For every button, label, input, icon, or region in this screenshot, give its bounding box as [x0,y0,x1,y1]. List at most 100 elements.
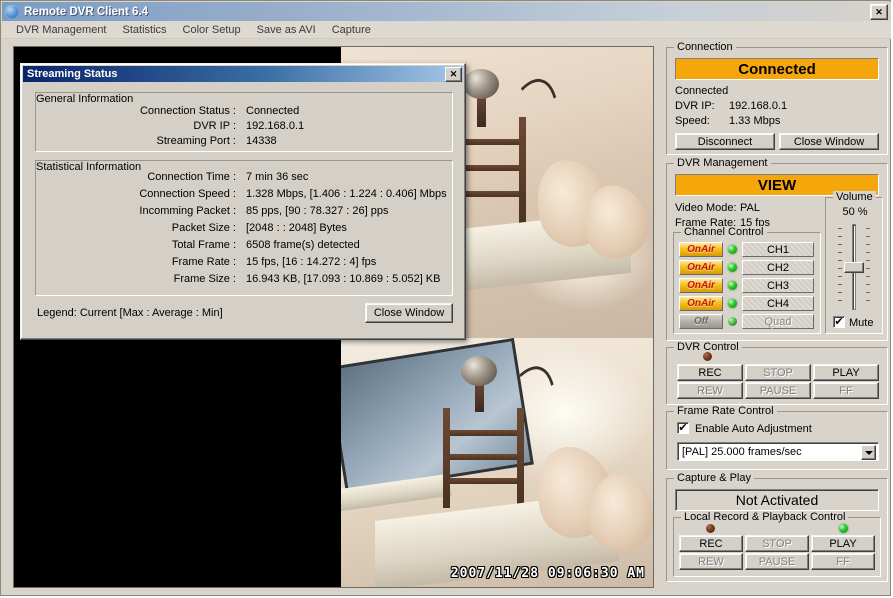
connection-ip-value: 192.168.0.1 [729,100,788,112]
total-frame-label: Total Frame : [171,239,236,251]
dvr-pause-button[interactable]: PAUSE [745,382,811,399]
dvr-management-panel: DVR Management VIEW Video Mode: PAL Fram… [666,157,888,341]
local-ff-button[interactable]: FF [811,553,875,570]
general-information-group: General Information Connection Status : … [35,92,453,152]
video-mode-value: PAL [740,202,760,214]
connection-status-banner: Connected [675,58,879,80]
local-record-playback-legend: Local Record & Playback Control [681,511,849,523]
menu-item-statistics[interactable]: Statistics [115,23,175,37]
dialog-title-bar: Streaming Status ✕ [23,66,463,82]
connection-close-window-button[interactable]: Close Window [779,133,879,150]
disconnect-button[interactable]: Disconnect [675,133,775,150]
connection-status-text: Connected [675,85,729,97]
channel-led-quad [728,317,737,326]
incomming-packet-label: Incomming Packet : [139,205,236,217]
dialog-close-icon[interactable]: ✕ [445,67,462,82]
local-pause-button[interactable]: PAUSE [745,553,809,570]
local-record-playback-panel: Local Record & Playback Control REC STOP… [673,511,881,577]
dvr-play-button[interactable]: PLAY [813,364,879,381]
dialog-close-window-button[interactable]: Close Window [365,303,453,323]
channel-led-ch2 [728,263,737,272]
channel-control-legend: Channel Control [681,226,767,238]
channel-button-ch1[interactable]: CH1 [742,242,814,257]
chevron-down-icon[interactable] [861,445,876,460]
connection-speed-value: 1.33 Mbps [729,115,781,127]
volume-value: 50 % [842,206,868,218]
application-window: Remote DVR Client 6.4 ✕ DVR Management S… [0,0,891,596]
statistical-information-group: Statistical Information Connection Time … [35,160,453,296]
frame-rate-select[interactable]: [PAL] 25.000 frames/sec [677,442,879,461]
streaming-port-row-value: 14338 [246,135,277,147]
channel-state-button-quad[interactable]: Off [679,314,723,329]
title-bar: Remote DVR Client 6.4 ✕ [2,2,891,21]
menu-item-capture[interactable]: Capture [324,23,379,37]
frame-rate-stat-value: 15 fps, [16 : 14.272 : 4] fps [246,256,377,268]
channel-led-ch4 [728,299,737,308]
total-frame-value: 6508 frame(s) detected [246,239,360,251]
dvr-ip-row-value: 192.168.0.1 [246,120,305,132]
mute-label: Mute [849,317,874,329]
video-timestamp-overlay: 2007/11/28 09:06:30 AM [450,566,645,581]
local-rec-button[interactable]: REC [679,535,743,552]
channel-state-button-ch4[interactable]: OnAir [679,296,723,311]
dvr-rec-button[interactable]: REC [677,364,743,381]
connection-panel: Connection Connected Connected DVR IP: 1… [666,41,888,155]
packet-size-label: Packet Size : [171,222,236,234]
local-stop-button[interactable]: STOP [745,535,809,552]
dvr-rew-button[interactable]: REW [677,382,743,399]
close-icon[interactable]: ✕ [870,4,888,20]
local-rew-button[interactable]: REW [679,553,743,570]
frame-rate-stat-label: Frame Rate : [171,256,236,268]
dvr-stop-button[interactable]: STOP [745,364,811,381]
dialog-title: Streaming Status [27,68,118,80]
dvr-ip-row-label: DVR IP : [193,120,236,132]
connection-ip-label: DVR IP: [675,100,715,112]
dvr-ff-button[interactable]: FF [813,382,879,399]
frame-size-label: Frame Size : [173,273,236,285]
packet-size-value: [2048 : : 2048] Bytes [246,222,347,234]
dialog-legend-text: Legend: Current [Max : Average : Min] [37,307,223,319]
capture-play-legend: Capture & Play [674,472,754,484]
channel-button-ch4[interactable]: CH4 [742,296,814,311]
dvr-record-led [703,352,712,361]
dvr-control-panel: DVR Control REC STOP PLAY REW PAUSE FF [666,341,888,405]
capture-play-panel: Capture & Play Not Activated Local Recor… [666,472,888,582]
menu-item-dvr-management[interactable]: DVR Management [8,23,115,37]
volume-legend: Volume [833,191,876,203]
channel-state-button-ch3[interactable]: OnAir [679,278,723,293]
connection-status-row-value: Connected [246,105,300,117]
channel-led-ch3 [728,281,737,290]
capture-play-status: Not Activated [675,489,879,511]
channel-control-panel: Channel Control OnAir CH1 OnAir CH2 OnAi… [673,226,821,334]
frame-rate-control-panel: Frame Rate Control ✔ Enable Auto Adjustm… [666,405,888,470]
local-record-led [706,524,715,533]
video-quadrant-channel-3[interactable] [14,338,341,587]
channel-state-button-ch2[interactable]: OnAir [679,260,723,275]
app-globe-icon [5,4,19,19]
connection-speed-label: Speed: [675,115,710,127]
local-play-led [839,524,848,533]
frame-size-value: 16.943 KB, [17.093 : 10.869 : 5.052] KB [246,273,441,285]
connection-status-row-label: Connection Status : [139,105,236,117]
mute-checkbox[interactable]: ✔ [833,316,845,328]
channel-button-ch3[interactable]: CH3 [742,278,814,293]
volume-slider-thumb[interactable] [844,262,864,273]
enable-auto-adjustment-label: Enable Auto Adjustment [695,423,812,435]
dvr-management-legend: DVR Management [674,157,771,169]
channel-button-ch2[interactable]: CH2 [742,260,814,275]
menu-item-save-as-avi[interactable]: Save as AVI [249,23,324,37]
video-mode-label: Video Mode: [675,202,737,214]
local-play-button[interactable]: PLAY [811,535,875,552]
enable-auto-adjustment-checkbox[interactable]: ✔ [677,422,689,434]
menu-item-color-setup[interactable]: Color Setup [175,23,249,37]
streaming-status-dialog: Streaming Status ✕ General Information C… [20,63,466,340]
window-title: Remote DVR Client 6.4 [24,5,148,18]
connection-legend: Connection [674,41,736,53]
channel-state-button-ch1[interactable]: OnAir [679,242,723,257]
connection-speed-label: Connection Speed : [139,188,236,200]
channel-button-quad[interactable]: Quad [742,314,814,329]
connection-time-value: 7 min 36 sec [246,171,309,183]
video-quadrant-channel-4[interactable] [341,338,653,587]
connection-time-label: Connection Time : [147,171,236,183]
volume-panel: Volume 50 % ✔ Mute [825,191,883,334]
